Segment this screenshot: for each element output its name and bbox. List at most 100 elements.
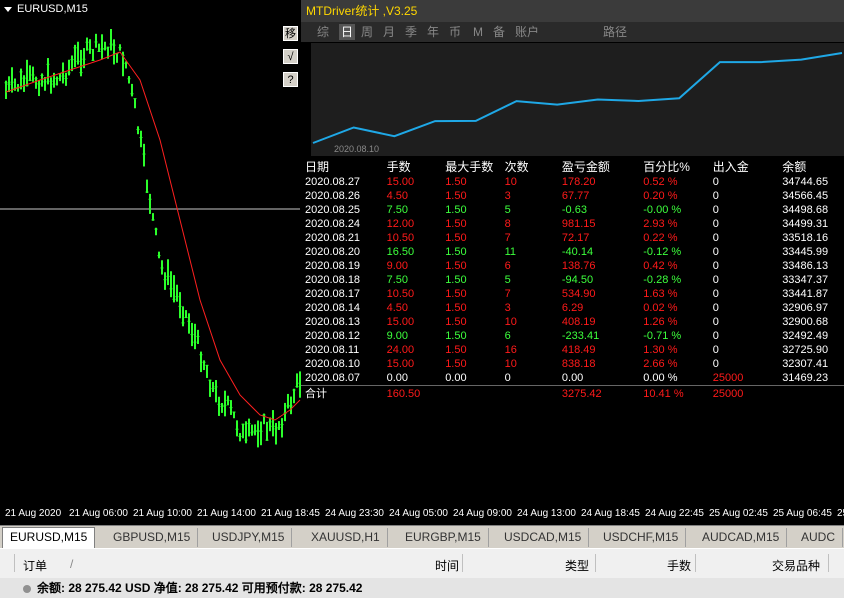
check-button[interactable]: √ (283, 49, 298, 64)
symbol-tab[interactable]: AUDCAD,M15 (695, 528, 788, 547)
panel-tab[interactable]: M (473, 24, 483, 40)
panel-tab[interactable]: 季 (405, 24, 417, 40)
table-row: 2020.08.27 15.00 1.50 10 178.20 0.52 % 0 34744.… (301, 175, 844, 189)
time-axis: 21 Aug 2020 21 Aug 06:00 21 Aug 10:00 21 Au… (0, 504, 844, 524)
table-cell: 9.00 (386, 260, 408, 272)
symbol-tab[interactable]: EURUSD,M15 (2, 527, 96, 549)
table-cell: 6.29 (561, 302, 584, 314)
table-cell: 0.22 % (643, 232, 678, 244)
table-header-row: 日期 手数 最大手数 次数 盈亏金额 百分比% 出入金 余额 (301, 158, 844, 175)
panel-tab[interactable]: 备 (493, 24, 505, 40)
balance-row[interactable]: 余额: 28 275.42 USD 净值: 28 275.42 可用预付款: 2… (0, 578, 844, 598)
table-cell: 34744.65 (782, 176, 829, 188)
total-cell (445, 385, 505, 401)
col-lots[interactable]: 手数 (667, 557, 691, 574)
table-cell: 1.50 (445, 190, 467, 202)
table-cell: 32492.49 (782, 330, 829, 342)
table-row: 2020.08.13 15.00 1.50 10 408.19 1.26 % 0 32900.… (301, 315, 844, 329)
table-cell: 33445.99 (782, 246, 829, 258)
table-cell: 2020.08.17 (305, 288, 361, 300)
symbol-tab[interactable]: XAUUSD,H1 (304, 528, 388, 547)
table-cell: 0 (712, 316, 719, 328)
table-row: 2020.08.25 7.50 1.50 5 -0.63 -0.00 % 0 34498.68 (301, 203, 844, 217)
table-cell: 2020.08.24 (305, 218, 361, 230)
table-cell: 0 (712, 288, 719, 300)
table-header-cell: 余额 (782, 160, 807, 174)
table-row: 2020.08.07 0.00 0.00 0 0.00 0.00 % 25000 31469.… (301, 371, 844, 386)
sort-icon: / (70, 557, 74, 571)
table-cell: 7 (504, 288, 511, 300)
col-time[interactable]: 时间 (435, 557, 459, 574)
daily-stats-table-wrap: 日期 手数 最大手数 次数 盈亏金额 百分比% 出入金 余额 2020.08.27 15.00 1… (301, 158, 844, 401)
equity-line (312, 52, 843, 144)
table-row: 2020.08.20 16.50 1.50 11 -40.14 -0.12 % 0 33445… (301, 245, 844, 259)
total-cell: 合计 (301, 385, 387, 401)
table-cell: 2020.08.14 (305, 302, 361, 314)
panel-tab[interactable]: 账户 (515, 24, 539, 40)
total-cell: 3275.42 (561, 385, 644, 401)
table-cell: -40.14 (561, 246, 594, 258)
table-cell: 16.50 (386, 246, 415, 258)
table-cell: 0.20 % (643, 190, 678, 202)
candle-bars (4, 29, 302, 448)
price-chart[interactable]: EURUSD,M15 移 √ ? 21 Aug 2020 21 Aug 06:00… (0, 0, 844, 525)
equity-mini-chart (311, 43, 844, 156)
symbol-tab[interactable]: EURGBP,M15 (398, 528, 489, 547)
table-cell: 3 (504, 190, 511, 202)
table-cell: 1.50 (445, 316, 467, 328)
table-row: 2020.08.24 12.00 1.50 8 981.15 2.93 % 0 34499.3… (301, 217, 844, 231)
panel-tab[interactable]: 年 (427, 24, 439, 40)
time-tick-label: 25 Aug 10 (837, 508, 844, 519)
time-tick-label: 24 Aug 05:00 (389, 508, 448, 519)
panel-tab[interactable]: 周 (361, 24, 373, 40)
symbol-tab[interactable]: USDCAD,M15 (497, 528, 590, 547)
time-tick-label: 25 Aug 06:45 (773, 508, 832, 519)
table-cell: 10 (504, 316, 517, 328)
table-cell: 2020.08.11 (305, 344, 360, 356)
table-cell: 33347.37 (782, 274, 829, 286)
time-tick-label: 24 Aug 13:00 (517, 508, 576, 519)
table-cell: 4.50 (386, 190, 408, 202)
symbol-tab[interactable]: USDJPY,M15 (205, 528, 293, 547)
table-cell: 0 (712, 302, 719, 314)
table-cell: 2020.08.18 (305, 274, 361, 286)
table-cell: 34566.45 (782, 190, 829, 202)
table-row: 2020.08.10 15.00 1.50 10 838.18 2.66 % 0 32307.… (301, 357, 844, 371)
table-cell: 0 (712, 218, 719, 230)
table-cell: -0.63 (561, 204, 587, 216)
move-button[interactable]: 移 (283, 26, 298, 41)
table-cell: 2020.08.20 (305, 246, 361, 258)
table-cell: 1.50 (445, 288, 467, 300)
status-dot-icon (23, 584, 31, 593)
panel-tab[interactable]: 综 (317, 24, 329, 40)
table-cell: 838.18 (561, 358, 596, 370)
col-order[interactable]: 订单 (23, 557, 47, 574)
symbol-tab[interactable]: GBPUSD,M15 (106, 528, 199, 547)
table-cell: 981.15 (561, 218, 596, 230)
table-cell: 0 (712, 204, 719, 216)
panel-tab[interactable]: 日 (339, 24, 356, 40)
table-cell: 32906.97 (782, 302, 829, 314)
panel-tab[interactable]: 币 (449, 24, 461, 40)
table-cell: 6 (504, 330, 511, 342)
table-cell: 10.50 (386, 232, 415, 244)
help-button[interactable]: ? (283, 72, 298, 87)
table-cell: 2020.08.21 (305, 232, 361, 244)
symbol-tab[interactable]: AUDC (794, 528, 844, 547)
table-cell: 2020.08.13 (305, 316, 361, 328)
panel-tab[interactable]: 路径 (603, 24, 627, 40)
table-cell: -0.71 % (643, 330, 682, 342)
table-cell: 7.50 (386, 204, 408, 216)
daily-stats-table: 日期 手数 最大手数 次数 盈亏金额 百分比% 出入金 余额 2020.08.27 15.00 1… (301, 158, 844, 401)
table-cell: 0 (712, 232, 719, 244)
table-header-cell: 最大手数 (445, 160, 494, 174)
table-header-cell: 手数 (386, 160, 411, 174)
col-type[interactable]: 类型 (565, 557, 589, 574)
panel-tab[interactable]: 月 (383, 24, 395, 40)
col-symbol[interactable]: 交易品种 (772, 557, 820, 574)
table-row: 2020.08.21 10.50 1.50 7 72.17 0.22 % 0 33518.16 (301, 231, 844, 245)
symbol-tab[interactable]: USDCHF,M15 (596, 528, 687, 547)
triangle-down-icon (4, 6, 12, 12)
table-cell: 7.50 (386, 274, 408, 286)
table-row: 2020.08.11 24.00 1.50 16 418.49 1.30 % 0 32725.… (301, 343, 844, 357)
